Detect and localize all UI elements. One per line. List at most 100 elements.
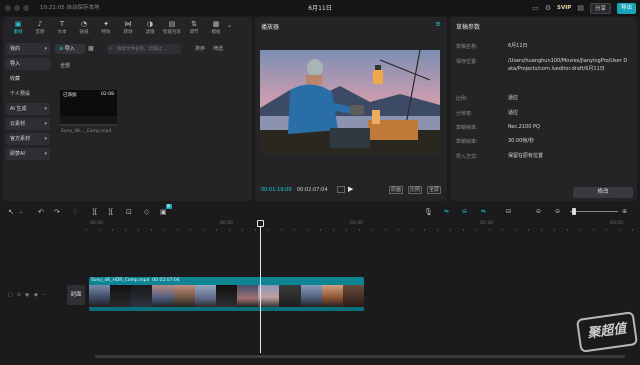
tab-sticker[interactable]: ◔ 贴纸 [73, 20, 95, 38]
undo-icon[interactable]: ↶ [38, 207, 44, 217]
svip-badge[interactable]: SVIP [557, 2, 571, 14]
quality-button[interactable]: 原画 [388, 186, 403, 194]
tab-media[interactable]: ▣ 素材 [7, 20, 29, 38]
ruler-tick [463, 229, 464, 231]
playhead-handle[interactable] [257, 220, 264, 227]
zoom-window-icon[interactable] [23, 5, 29, 11]
ratio-button[interactable]: 比例 [407, 186, 422, 194]
ruler-tick [320, 229, 321, 231]
ruler-tick [229, 229, 230, 231]
auto-snap-icon[interactable]: ⊖ [462, 207, 467, 217]
ruler-tick [476, 229, 477, 231]
ruler-tick [606, 229, 607, 231]
draft-field-value: 适应 [508, 110, 519, 116]
delete-icon[interactable]: ⊡ [126, 207, 132, 217]
ruler-tick [151, 229, 152, 231]
nav-item[interactable]: AI 生成 [6, 103, 50, 115]
nav-item[interactable]: 收藏 [6, 73, 50, 85]
track-hide-icon[interactable]: ⊝ [17, 292, 21, 298]
ruler-tick-label: 00:50 [220, 221, 233, 226]
ruler-tick [437, 229, 438, 231]
mic-icon[interactable]: 🎙 [424, 207, 433, 217]
link-icon[interactable]: ⇋ [481, 207, 486, 217]
split-icon[interactable]: ⫶ [74, 207, 76, 217]
ruler-tick [398, 229, 399, 231]
text-icon: T [59, 20, 65, 28]
play-icon[interactable]: ▶ [348, 185, 353, 193]
timeline-horizontal-scrollbar[interactable] [95, 355, 625, 358]
nav-item[interactable]: 我的 [6, 43, 50, 55]
tab-label: 音频 [35, 30, 45, 35]
layout-icon[interactable]: ▭ [532, 2, 539, 14]
redo-icon[interactable]: ↷ [54, 207, 60, 217]
modify-button[interactable]: 修改 [573, 187, 633, 198]
frame-icon[interactable] [337, 186, 345, 193]
zoom-slider-handle[interactable] [572, 208, 576, 215]
ruler-tick [307, 229, 308, 231]
nav-item[interactable]: 云素材 [6, 118, 50, 130]
zoom-in-icon[interactable]: ⊕ [622, 207, 627, 217]
track-visibility-icon[interactable]: ◉ [25, 292, 29, 298]
filmstrip-frame [110, 285, 132, 307]
nav-item[interactable]: 官方素材 [6, 133, 50, 145]
fullscreen-button[interactable]: 全屏 [426, 186, 441, 194]
tab-audio[interactable]: ♪ 音频 [29, 20, 51, 38]
nav-item[interactable]: 即梦AI [6, 148, 50, 160]
select-tool-icon[interactable]: ↖ [8, 207, 14, 217]
more-tabs-icon[interactable]: ⌄ [227, 22, 232, 29]
nav-item[interactable]: 导入 [6, 58, 50, 70]
share-button[interactable]: 分享 [589, 2, 611, 14]
close-window-icon[interactable] [5, 5, 11, 11]
media-search-input[interactable] [107, 44, 181, 54]
filmstrip-frame [194, 285, 216, 307]
tab-transition[interactable]: ⋈ 转场 [117, 20, 139, 38]
timeline-video-clip[interactable]: Sony_4K_HDR_Camp.mp4 00:02:07:04 [89, 277, 364, 311]
tab-text[interactable]: T 文本 [51, 20, 73, 38]
settings-icon[interactable]: ⚙ [545, 2, 551, 14]
split-right-icon[interactable]: ][ [108, 207, 113, 217]
video-preview[interactable] [260, 50, 440, 154]
media-tools: 排序 筛选 [195, 45, 223, 52]
import-button[interactable]: ⊕ 导入 [55, 44, 85, 54]
zoom-slider-track[interactable] [570, 211, 618, 212]
media-clip-thumbnail[interactable]: 已添加 02:08 [60, 90, 117, 126]
zoom-out-icon[interactable]: ⊖ [555, 207, 560, 217]
tab-label: 滤镜 [145, 30, 155, 35]
split-left-icon[interactable]: ][ [92, 207, 97, 217]
cover-button[interactable]: 封面 [67, 285, 85, 305]
grid-view-icon[interactable]: ▦ [88, 45, 94, 52]
playhead-line[interactable] [260, 223, 261, 353]
clip-audio-strip [89, 307, 364, 311]
filmstrip-frame [237, 285, 259, 307]
select-dropdown-icon[interactable]: ⌄ [19, 207, 23, 217]
zoom-fit-icon[interactable]: ⊖ [536, 207, 541, 217]
track-lock-icon[interactable]: ▢ [8, 292, 13, 298]
main-track-magnet-icon[interactable]: ⇋ [444, 207, 449, 217]
filter-button[interactable]: 筛选 [213, 45, 223, 52]
nav-item[interactable]: 个人预设 [6, 88, 50, 100]
timeline-ruler[interactable]: 00:00 00:50 01:40 02:30 03:20 [86, 221, 640, 231]
filmstrip-frame [152, 285, 174, 307]
notification-icon[interactable]: ▤ [577, 2, 584, 14]
minimize-window-icon[interactable] [14, 5, 20, 11]
ruler-tick-label: 03:20 [610, 221, 623, 226]
track-mute-icon[interactable]: ◀ [33, 292, 37, 298]
tab-template[interactable]: ▦ 模板 [205, 20, 227, 38]
player-menu-icon[interactable]: ≡ [435, 20, 441, 28]
shield-icon[interactable]: ◇ [144, 207, 149, 217]
track-more-icon[interactable]: ⋯ [41, 292, 46, 298]
all-folder-label: 全部 [60, 63, 71, 69]
sort-button[interactable]: 排序 [195, 45, 205, 52]
draft-field-label: 草稿帧率: [456, 139, 478, 145]
ruler-tick [268, 229, 269, 231]
preview-axis-icon[interactable]: ⊟ [506, 207, 511, 217]
draft-field-value: /Users/huanghun100/Movies/JianyingPro/Us… [508, 58, 628, 72]
tab-effects[interactable]: ✦ 特效 [95, 20, 117, 38]
tab-filter[interactable]: ◑ 滤镜 [139, 20, 161, 38]
tab-adjust[interactable]: ⇅ 调节 [183, 20, 205, 38]
export-button[interactable]: 导出 [616, 2, 636, 14]
current-time: 00:01:19:00 [261, 187, 292, 193]
ruler-tick [125, 229, 126, 231]
tab-caption[interactable]: ▤ 智能包装 [161, 20, 183, 38]
filmstrip-frame [279, 285, 301, 307]
